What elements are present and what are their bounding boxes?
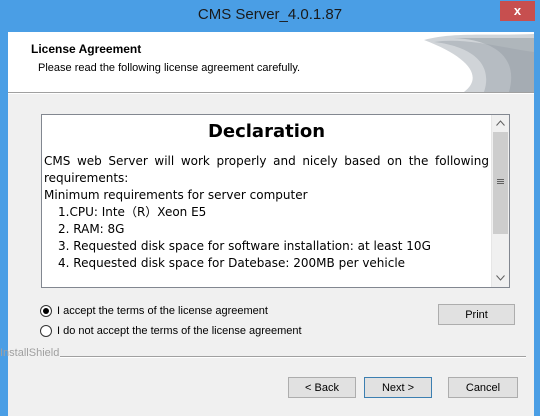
window-title: CMS Server_4.0.1.87 [197,6,343,23]
scroll-down-button[interactable] [492,270,509,287]
installer-graphic [424,34,534,92]
decline-label[interactable]: I do not accept the terms of the license… [57,325,302,337]
scroll-up-button[interactable] [492,115,509,132]
installshield-divider [60,356,526,358]
next-button[interactable]: Next > [364,377,432,398]
window-frame-right [534,32,540,416]
accept-label[interactable]: I accept the terms of the license agreem… [57,305,268,317]
license-textbox[interactable]: Declaration CMS web Server will work pro… [41,114,510,288]
header-subtitle: Please read the following license agreem… [38,62,301,74]
close-button[interactable]: x [500,1,535,21]
title-bar[interactable]: CMS Server_4.0.1.87 x [0,0,540,32]
back-button[interactable]: < Back [288,377,356,398]
scroll-thumb[interactable] [493,132,508,234]
license-scrollbar[interactable] [491,115,509,287]
license-item-disk-database: 4. Requested disk space for Datebase: 20… [58,256,406,270]
installshield-label: InstallShield [0,347,60,359]
license-item-disk-software: 3. Requested disk space for software ins… [58,239,431,253]
dialog-header: License Agreement Please read the follow… [8,32,534,92]
license-item-ram: 2. RAM: 8G [58,222,125,236]
radio-selected-dot [43,308,49,314]
decline-option[interactable]: I do not accept the terms of the license… [40,325,302,337]
license-intro: CMS web Server will work properly and ni… [44,154,489,185]
grip-icon [497,179,504,184]
license-item-cpu: 1.CPU: Inte（R）Xeon E5 [58,205,207,219]
chevron-up-icon [496,120,505,126]
accept-option[interactable]: I accept the terms of the license agreem… [40,305,268,317]
cancel-button[interactable]: Cancel [448,377,518,398]
header-title: License Agreement [31,42,142,56]
license-document: Declaration CMS web Server will work pro… [44,121,489,272]
license-heading: Declaration [207,121,326,142]
decline-radio[interactable] [40,325,52,337]
close-icon: x [513,3,522,18]
dialog-body: Declaration CMS web Server will work pro… [0,94,534,416]
print-button[interactable]: Print [438,304,515,325]
license-minimum: Minimum requirements for server computer [44,188,308,202]
chevron-down-icon [496,275,505,281]
accept-radio[interactable] [40,305,52,317]
